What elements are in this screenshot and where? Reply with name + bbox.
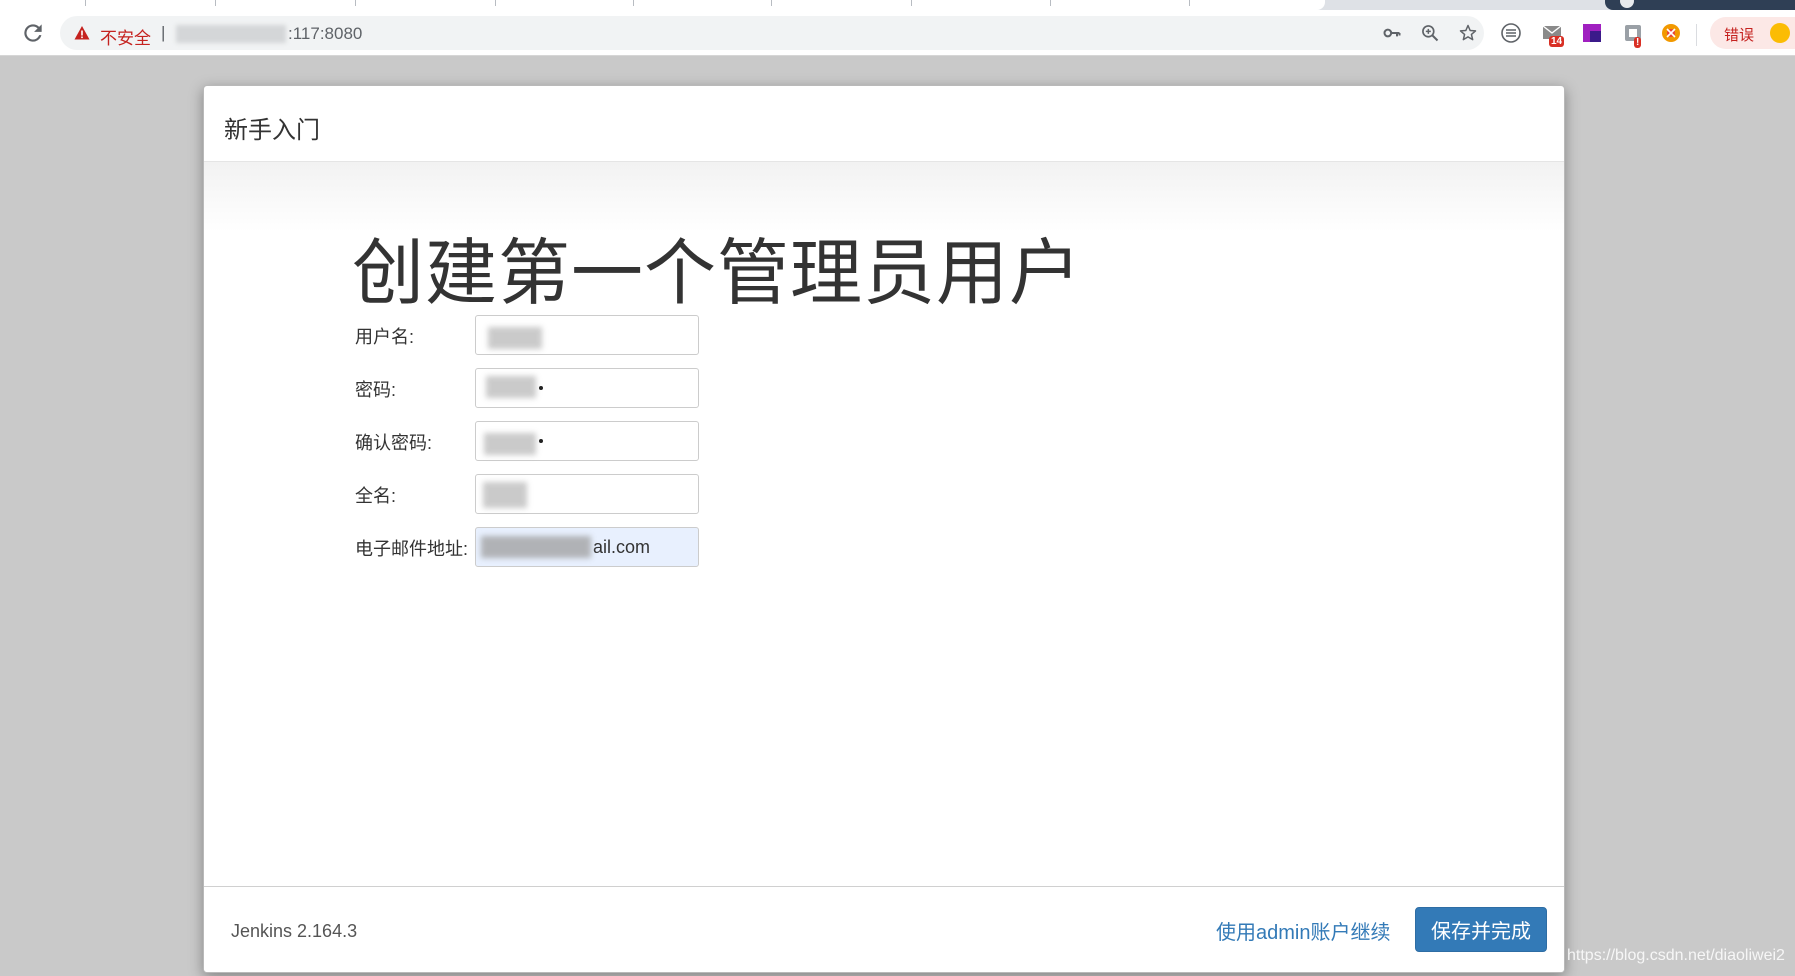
tab-separator — [633, 0, 634, 6]
confirm-password-redacted — [484, 433, 536, 455]
continue-as-admin-link[interactable]: 使用admin账户继续 — [1216, 916, 1390, 945]
dialog-body: 创建第一个管理员用户 用户名: 密码: 确认密码: 全名: 电子邮件地址: — [204, 162, 1564, 886]
url-separator: | — [161, 23, 166, 42]
tab-separator — [771, 0, 772, 6]
save-and-finish-button[interactable]: 保存并完成 — [1415, 907, 1547, 952]
username-label: 用户名: — [355, 327, 415, 347]
rp-icon[interactable] — [1581, 22, 1603, 44]
jenkins-version: Jenkins 2.164.3 — [231, 921, 358, 941]
tab-separator — [1050, 0, 1051, 6]
address-bar[interactable]: 不安全 | :117:8080 — [60, 16, 1484, 50]
email-label: 电子邮件地址: — [355, 539, 469, 559]
extension-alert-badge: ! — [1634, 37, 1642, 48]
password-label: 密码: — [355, 380, 397, 400]
toolbar-divider — [1696, 24, 1697, 46]
mail-count-badge: 14 — [1549, 36, 1565, 47]
password-row: 密码: — [355, 368, 955, 408]
email-row: 电子邮件地址: — [355, 527, 955, 567]
chrome-ext-icon[interactable] — [1660, 22, 1682, 44]
fullname-label: 全名: — [355, 486, 397, 506]
reload-icon[interactable] — [20, 20, 46, 46]
tab-separator — [1189, 0, 1190, 6]
tab-separator — [85, 0, 86, 6]
error-button[interactable]: 错误 — [1710, 17, 1795, 49]
page-title: 创建第一个管理员用户 — [352, 234, 1083, 314]
dialog-footer: Jenkins 2.164.3 使用admin账户继续 保存并完成 — [204, 886, 1564, 972]
password-redacted — [486, 376, 536, 398]
reader-icon[interactable] — [1500, 22, 1522, 44]
confirm-password-dot — [539, 439, 543, 443]
security-status[interactable]: 不安全 — [100, 24, 151, 49]
setup-wizard-dialog: 新手入门 创建第一个管理员用户 用户名: 密码: 确认密码: 全名: 电子邮件地… — [203, 85, 1565, 973]
tab-separator — [911, 0, 912, 6]
confirm-password-label: 确认密码: — [355, 433, 433, 453]
dialog-header: 新手入门 — [204, 86, 1564, 162]
active-tab[interactable] — [0, 0, 1325, 10]
tab-separator — [355, 0, 356, 6]
url-redacted — [176, 25, 286, 43]
key-icon[interactable] — [1382, 23, 1402, 43]
confirm-password-row: 确认密码: — [355, 421, 955, 461]
tab-strip — [0, 0, 1795, 10]
star-icon[interactable] — [1458, 23, 1478, 43]
warning-icon[interactable] — [74, 25, 90, 41]
browser-toolbar: 不安全 | :117:8080 14 ! 错误 — [0, 10, 1795, 56]
email-redacted — [481, 536, 591, 558]
url-text[interactable]: :117:8080 — [288, 24, 362, 44]
watermark: https://blog.csdn.net/diaoliwei2 — [1567, 947, 1785, 964]
error-label: 错误 — [1724, 27, 1755, 44]
tab-separator — [495, 0, 496, 6]
fullname-redacted — [483, 482, 527, 508]
emoji-icon — [1770, 23, 1790, 43]
tab-separator — [215, 0, 216, 6]
password-dot — [539, 386, 543, 390]
username-row: 用户名: — [355, 315, 955, 355]
username-redacted — [488, 327, 542, 349]
fullname-row: 全名: — [355, 474, 955, 514]
dialog-title: 新手入门 — [224, 117, 320, 144]
zoom-icon[interactable] — [1420, 23, 1440, 43]
